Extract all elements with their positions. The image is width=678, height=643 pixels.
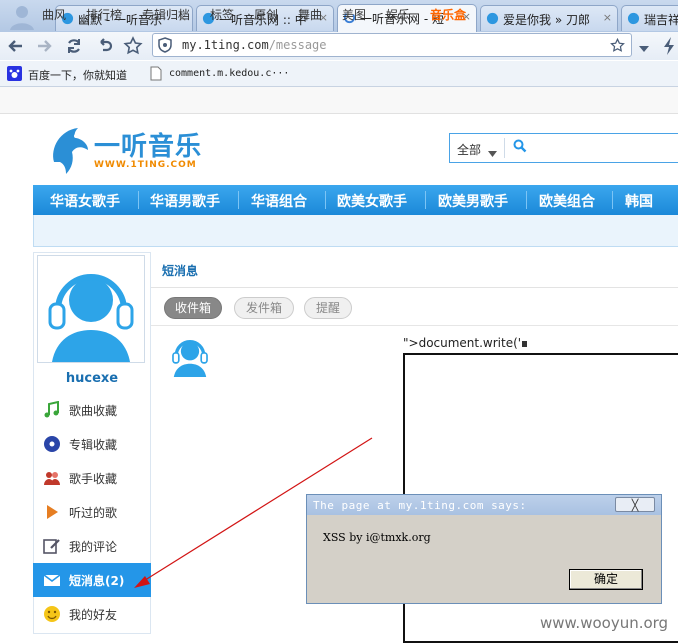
top-menu-item-highlight[interactable]: 音乐盒	[430, 6, 466, 23]
top-menu-item[interactable]: 排行榜	[86, 6, 122, 23]
forward-arrow-icon[interactable]	[33, 35, 55, 57]
username[interactable]: hucexe	[33, 371, 151, 386]
refresh-icon[interactable]	[63, 35, 85, 57]
tab-inbox[interactable]: 收件箱	[164, 297, 222, 319]
logo-subtext: WWW.1TING.COM	[94, 160, 197, 170]
top-menu-item[interactable]: 专辑归档	[142, 6, 190, 23]
nav-item[interactable]: 华语组合	[251, 191, 307, 211]
nav-separator	[138, 191, 139, 209]
top-menu-item[interactable]: 美图	[342, 6, 366, 23]
baidu-paw-icon	[7, 66, 22, 84]
dialog-message: XSS by i@tmxk.org	[323, 531, 431, 544]
glyph-box	[522, 341, 528, 347]
lightning-icon[interactable]	[662, 36, 676, 59]
page-icon	[150, 66, 162, 84]
watermark: www.wooyun.org	[540, 614, 669, 632]
nav-item[interactable]: 韩国	[625, 191, 653, 211]
bookmark-comment[interactable]: comment.m.kedou.c···	[169, 68, 289, 79]
site-top-menu	[0, 87, 678, 114]
message-text: ">document.write('	[403, 336, 528, 350]
site-favicon-icon	[627, 12, 640, 25]
content-header	[151, 252, 678, 288]
search-scope-select[interactable]: 全部	[457, 141, 481, 158]
tab-close-icon[interactable]: ×	[603, 11, 612, 24]
logo-text: 一听音乐	[94, 132, 203, 162]
dolphin-logo-icon	[53, 128, 88, 174]
browser-tab[interactable]: 瑞吉祥	[621, 5, 678, 31]
nav-separator	[425, 191, 426, 209]
singers-icon	[44, 472, 60, 485]
avatar[interactable]	[37, 255, 145, 363]
dropdown-arrow-icon[interactable]	[638, 42, 650, 56]
url-text[interactable]: my.1ting.com/message	[182, 38, 327, 52]
top-menu-item[interactable]: 曲风	[42, 6, 66, 23]
sub-nav-bar	[33, 215, 678, 247]
sidebar-item-friends[interactable]: 我的好友	[33, 597, 151, 631]
play-icon	[47, 505, 58, 519]
tab-outbox[interactable]: 发件箱	[234, 297, 294, 319]
page-title: 短消息	[162, 264, 199, 278]
headphone-avatar-icon	[172, 340, 208, 377]
nav-item[interactable]: 欧美男歌手	[438, 191, 508, 211]
tab-reminders[interactable]: 提醒	[304, 297, 352, 319]
caret-down-icon[interactable]	[488, 146, 497, 160]
disc-icon	[44, 436, 60, 452]
nav-separator	[612, 191, 613, 209]
sidebar-item-song-favorites[interactable]: 歌曲收藏	[33, 393, 151, 427]
top-menu-item[interactable]: 娱乐	[386, 6, 410, 23]
nav-item[interactable]: 华语女歌手	[50, 191, 120, 211]
top-menu-item[interactable]: 舞曲	[298, 6, 322, 23]
divider	[151, 325, 678, 326]
music-note-icon	[44, 401, 59, 418]
headphone-avatar-icon	[48, 274, 134, 362]
site-favicon-icon	[486, 12, 499, 25]
smiley-icon	[44, 606, 60, 622]
browser-tab[interactable]: 爱是你我 » 刀郎 ×	[480, 5, 618, 31]
shield-icon	[157, 37, 173, 56]
nav-item[interactable]: 华语男歌手	[150, 191, 220, 211]
site-logo[interactable]: 一听音乐 WWW.1TING.COM	[46, 122, 216, 178]
search-input[interactable]	[528, 136, 678, 160]
nav-separator	[238, 191, 239, 209]
star-icon[interactable]	[609, 37, 626, 57]
dialog-title: The page at my.1ting.com says:	[313, 499, 527, 512]
edit-icon	[43, 539, 60, 554]
nav-item[interactable]: 欧美女歌手	[337, 191, 407, 211]
nav-separator	[325, 191, 326, 209]
search-divider	[504, 138, 505, 158]
dialog-close-button[interactable]: ╳	[615, 497, 655, 512]
nav-separator	[526, 191, 527, 209]
ok-button[interactable]: 确定	[569, 569, 643, 590]
envelope-icon	[43, 574, 61, 586]
undo-icon[interactable]	[93, 35, 115, 57]
top-menu-item[interactable]: 原创	[254, 6, 278, 23]
sender-avatar[interactable]	[168, 333, 212, 380]
back-arrow-icon[interactable]	[5, 35, 27, 57]
bookmark-baidu[interactable]: 百度一下，你就知道	[28, 67, 127, 83]
search-icon[interactable]	[513, 139, 527, 156]
top-menu-item[interactable]: 标签	[210, 6, 234, 23]
star-bookmark-icon[interactable]	[122, 35, 144, 57]
user-profile-icon[interactable]	[4, 2, 40, 30]
nav-item[interactable]: 欧美组合	[539, 191, 595, 211]
